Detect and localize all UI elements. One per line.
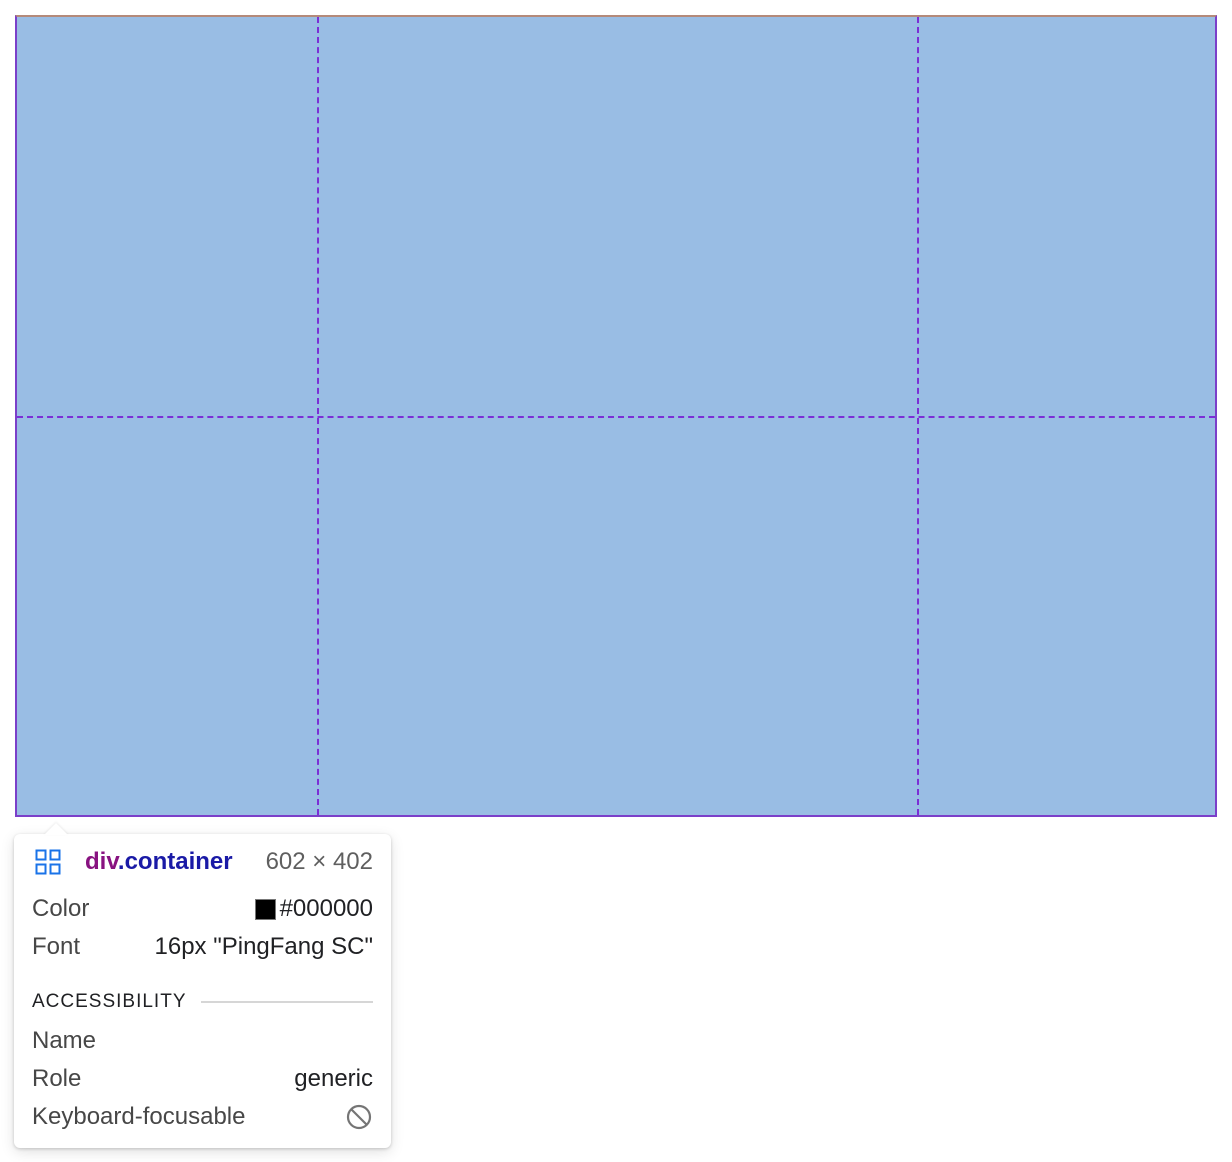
grid-row-line <box>17 416 1215 418</box>
page: div.container 602 × 402 Color #000000 Fo… <box>0 0 1232 1162</box>
no-entry-icon <box>345 1103 373 1131</box>
grid-layout-icon <box>35 849 61 875</box>
color-row: Color #000000 <box>32 890 373 928</box>
color-hex: #000000 <box>279 895 373 922</box>
tooltip-header: div.container 602 × 402 <box>32 834 373 890</box>
tooltip-arrow <box>44 823 68 835</box>
accessibility-section-header: ACCESSIBILITY <box>32 982 373 1022</box>
element-class: .container <box>117 848 233 875</box>
role-row: Role generic <box>32 1060 373 1098</box>
focusable-value <box>345 1103 373 1131</box>
color-swatch <box>254 898 276 920</box>
grid-container-highlight <box>15 15 1217 817</box>
element-size: 602 × 402 <box>265 848 373 875</box>
section-divider <box>200 1001 373 1003</box>
name-row: Name <box>32 1022 373 1060</box>
font-value: 16px "PingFang SC" <box>154 933 374 960</box>
focusable-row: Keyboard-focusable <box>32 1098 373 1136</box>
name-label: Name <box>32 1027 97 1054</box>
role-value: generic <box>294 1065 373 1092</box>
font-row: Font 16px "PingFang SC" <box>32 928 373 966</box>
accessibility-title: ACCESSIBILITY <box>32 991 187 1012</box>
focusable-label: Keyboard-focusable <box>32 1103 246 1130</box>
color-label: Color <box>32 895 90 922</box>
inspect-tooltip: div.container 602 × 402 Color #000000 Fo… <box>14 823 391 1148</box>
element-tag: div <box>85 848 118 875</box>
element-name: div.container <box>85 848 233 876</box>
role-label: Role <box>32 1065 82 1092</box>
color-value: #000000 <box>254 895 373 923</box>
font-label: Font <box>32 933 81 960</box>
